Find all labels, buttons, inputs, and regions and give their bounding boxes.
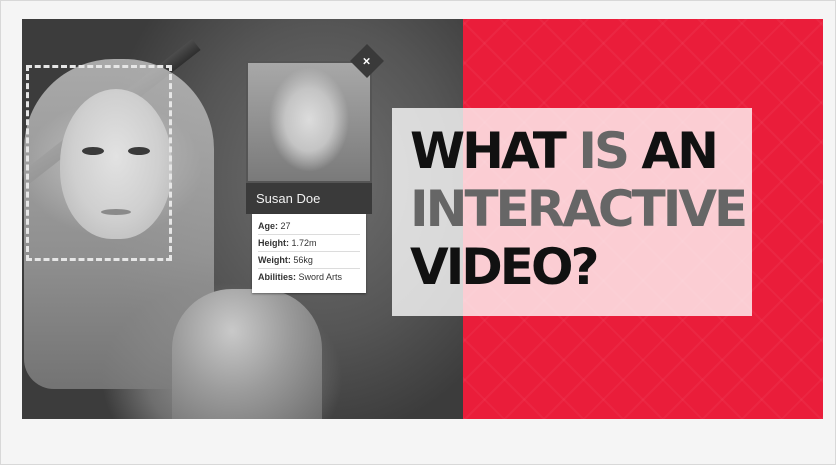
title-line-1: WHAT IS AN — [410, 122, 752, 180]
face-detection-box — [26, 65, 172, 261]
detail-row-age: Age: 27 — [258, 218, 360, 235]
detail-value: Sword Arts — [298, 272, 343, 282]
detail-label: Weight: — [258, 255, 291, 265]
detail-label: Age: — [258, 221, 278, 231]
title-word-what: WHAT — [410, 122, 567, 180]
profile-photo — [246, 61, 372, 183]
profile-details: Age: 27 Height: 1.72m Weight: 56kg Abili… — [252, 214, 366, 293]
profile-name: Susan Doe — [246, 183, 372, 214]
detail-value: 56kg — [293, 255, 313, 265]
armor-shape — [172, 289, 322, 419]
page: Susan Doe Age: 27 Height: 1.72m Weight: … — [0, 0, 836, 465]
detail-row-height: Height: 1.72m — [258, 235, 360, 252]
detail-value: 27 — [280, 221, 291, 231]
profile-card[interactable]: Susan Doe Age: 27 Height: 1.72m Weight: … — [246, 61, 372, 293]
title-word-an: AN — [641, 122, 719, 180]
title-line-2: INTERACTIVE — [410, 180, 748, 238]
detail-row-abilities: Abilities: Sword Arts — [258, 269, 360, 285]
title-word-is: IS — [578, 122, 630, 180]
detail-value: 1.72m — [291, 238, 317, 248]
video-thumbnail[interactable]: Susan Doe Age: 27 Height: 1.72m Weight: … — [22, 19, 823, 419]
detail-row-weight: Weight: 56kg — [258, 252, 360, 269]
close-icon: × — [363, 53, 371, 69]
detail-label: Height: — [258, 238, 289, 248]
detail-label: Abilities: — [258, 272, 297, 282]
title-box: WHAT IS AN INTERACTIVE VIDEO? — [392, 108, 752, 316]
title-line-3: VIDEO? — [410, 238, 599, 296]
